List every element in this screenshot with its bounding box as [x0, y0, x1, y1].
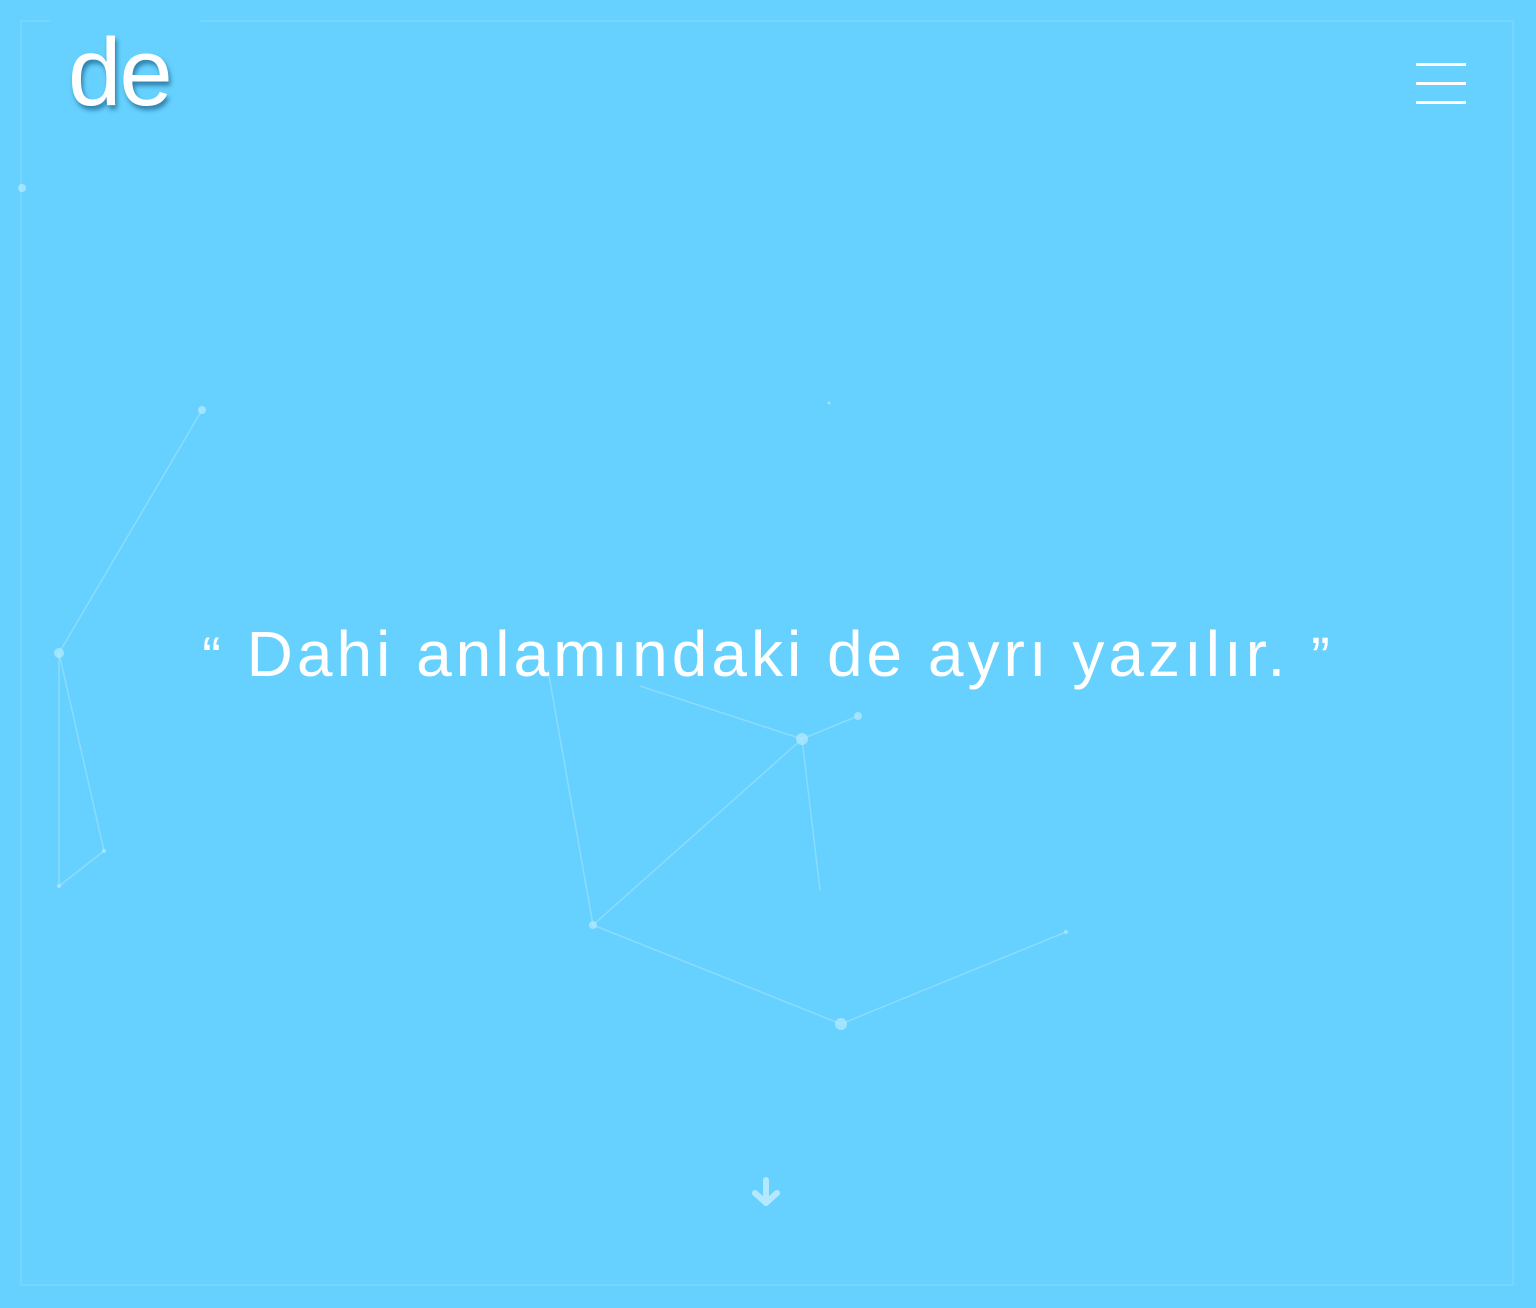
hamburger-icon	[1416, 101, 1466, 104]
hamburger-menu-button[interactable]	[1408, 56, 1474, 112]
scroll-down-button[interactable]	[746, 1174, 786, 1214]
quote-text: Dahi anlamındaki de ayrı yazılır.	[246, 618, 1290, 690]
site-logo[interactable]: de	[68, 18, 173, 128]
hamburger-icon	[1416, 82, 1466, 85]
hamburger-icon	[1416, 63, 1466, 66]
quote-open-mark: “	[202, 625, 225, 688]
hero-quote: “ Dahi anlamındaki de ayrı yazılır. ”	[0, 614, 1536, 697]
quote-close-mark: ”	[1311, 625, 1334, 688]
arrow-down-icon	[752, 1177, 780, 1206]
page: de “ Dahi anlamındaki de ayrı yazılır. ”	[0, 0, 1536, 1308]
